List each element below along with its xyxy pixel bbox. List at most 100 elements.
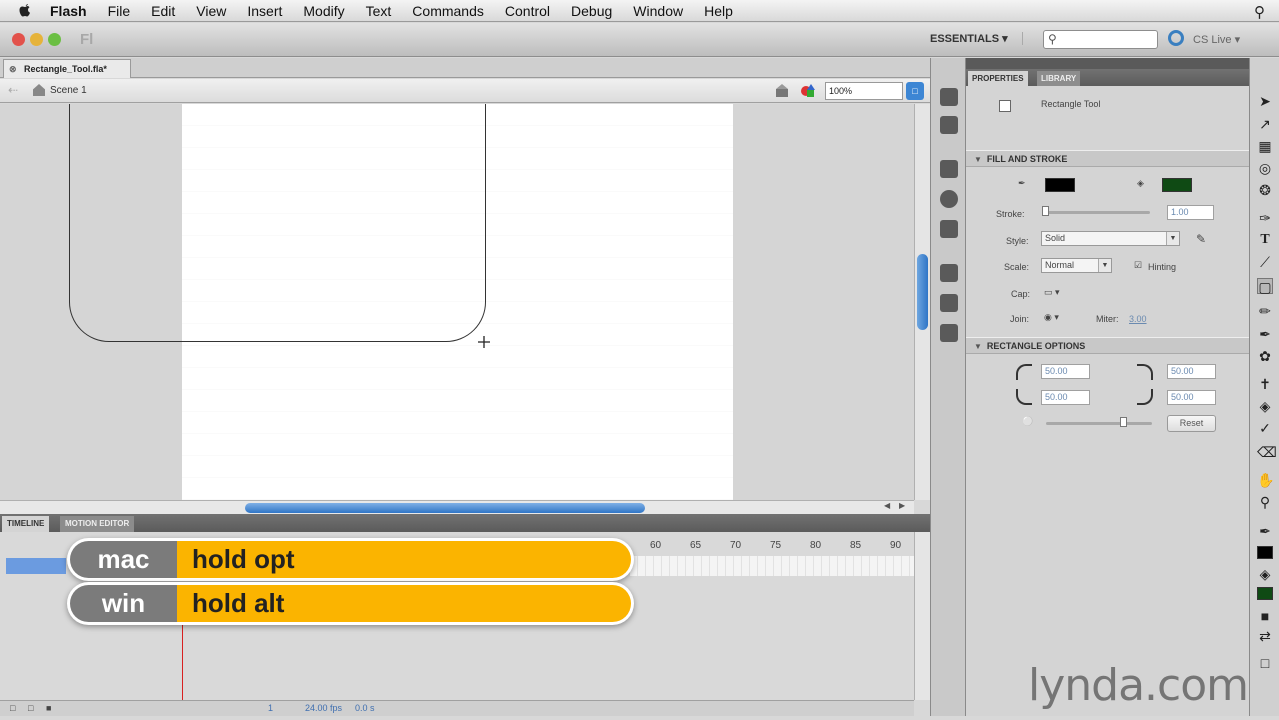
motion-presets-icon[interactable]: [940, 324, 958, 342]
rounded-rectangle-shape[interactable]: [69, 104, 486, 342]
pasteboard[interactable]: [0, 104, 914, 500]
eyedropper-tool-icon[interactable]: ✓: [1257, 420, 1273, 436]
horizontal-scroll-thumb[interactable]: [245, 503, 645, 513]
close-window-button[interactable]: [12, 33, 25, 46]
scene-breadcrumb[interactable]: Scene 1: [50, 85, 87, 96]
reset-button[interactable]: Reset: [1167, 415, 1216, 432]
lasso-tool-icon[interactable]: ❂: [1257, 182, 1273, 198]
fill-color-swatch[interactable]: [1257, 587, 1273, 600]
menu-modify[interactable]: Modify: [303, 3, 344, 19]
menu-file[interactable]: File: [108, 3, 131, 19]
stroke-slider-thumb[interactable]: [1042, 206, 1049, 216]
hand-tool-icon[interactable]: ✋: [1257, 472, 1274, 488]
black-white-icon[interactable]: ■: [1257, 608, 1273, 624]
document-tab[interactable]: ⊗ Rectangle_Tool.fla*: [3, 59, 131, 78]
code-snippets-icon[interactable]: [940, 264, 958, 282]
3d-rotation-tool-icon[interactable]: ◎: [1257, 160, 1273, 176]
menu-help[interactable]: Help: [704, 3, 733, 19]
miter-value[interactable]: 3.00: [1129, 314, 1147, 324]
pencil-tool-icon[interactable]: ✏: [1257, 303, 1273, 319]
cap-select[interactable]: ▭ ▾: [1044, 287, 1060, 298]
vertical-scroll-thumb[interactable]: [917, 254, 928, 330]
cs-live-icon[interactable]: [1168, 30, 1184, 46]
new-layer-icon[interactable]: □: [10, 703, 15, 713]
bone-tool-icon[interactable]: ✝: [1257, 376, 1273, 392]
subselection-tool-icon[interactable]: ↗: [1257, 116, 1273, 132]
frame-ruler[interactable]: 60 65 70 75 80 85 90: [630, 536, 914, 554]
brush-tool-icon[interactable]: ✒: [1257, 326, 1273, 342]
menu-control[interactable]: Control: [505, 3, 550, 19]
zoom-field[interactable]: 100%: [825, 82, 903, 100]
tab-properties[interactable]: PROPERTIES: [968, 71, 1028, 86]
color-panel-icon[interactable]: [940, 88, 958, 106]
free-transform-tool-icon[interactable]: ▦: [1257, 138, 1273, 154]
stage-vertical-scrollbar[interactable]: [914, 104, 930, 500]
selection-tool-icon[interactable]: ➤: [1257, 93, 1273, 109]
cs-live-menu[interactable]: CS Live ▾: [1193, 33, 1240, 46]
corner-radius-slider[interactable]: [1046, 422, 1152, 425]
rectangle-tool-icon[interactable]: ▢: [1257, 278, 1273, 295]
timeline-vertical-scrollbar[interactable]: [914, 532, 930, 700]
components-icon[interactable]: [940, 294, 958, 312]
apple-icon[interactable]: [18, 3, 32, 19]
menu-text[interactable]: Text: [366, 3, 392, 19]
delete-layer-icon[interactable]: ■: [46, 703, 51, 713]
tab-motion-editor[interactable]: MOTION EDITOR: [60, 516, 135, 532]
scale-select[interactable]: Normal ▼: [1041, 258, 1112, 273]
corner-radius-bl-field[interactable]: 50.00: [1041, 390, 1090, 405]
minimize-window-button[interactable]: [30, 33, 43, 46]
frame-cells[interactable]: [630, 556, 914, 576]
align-panel-icon[interactable]: [940, 160, 958, 178]
hinting-checkbox[interactable]: ☑: [1134, 260, 1142, 271]
info-panel-icon[interactable]: [940, 190, 958, 208]
stroke-slider[interactable]: [1044, 211, 1150, 214]
fit-in-window-button[interactable]: □: [906, 82, 924, 100]
style-select[interactable]: Solid ▼: [1041, 231, 1180, 246]
back-arrow-icon[interactable]: ⇠: [8, 83, 18, 97]
zoom-tool-icon[interactable]: ⚲: [1257, 494, 1273, 510]
stage-horizontal-scrollbar[interactable]: ◀ ▶: [0, 500, 914, 514]
edit-symbols-icon[interactable]: [800, 83, 816, 99]
tab-timeline[interactable]: TIMELINE: [2, 516, 50, 532]
fill-stroke-section-header[interactable]: ▼ FILL AND STROKE: [966, 150, 1249, 167]
object-drawing-icon[interactable]: □: [1257, 655, 1273, 671]
workspace-switcher[interactable]: ESSENTIALS ▾: [930, 32, 1023, 45]
text-tool-icon[interactable]: T: [1257, 232, 1273, 248]
spotlight-icon[interactable]: ⚲: [1254, 3, 1265, 21]
edit-stroke-style-icon[interactable]: ✎: [1196, 232, 1206, 246]
search-input[interactable]: ⚲: [1043, 30, 1158, 49]
corner-radius-tl-field[interactable]: 50.00: [1041, 364, 1090, 379]
menu-insert[interactable]: Insert: [247, 3, 282, 19]
menu-edit[interactable]: Edit: [151, 3, 175, 19]
new-folder-icon[interactable]: □: [28, 703, 33, 713]
layer-row[interactable]: [6, 558, 66, 574]
fill-color-swatch[interactable]: [1162, 178, 1192, 192]
close-tab-icon[interactable]: ⊗: [9, 60, 17, 78]
scroll-left-icon[interactable]: ◀: [884, 501, 890, 510]
rectangle-options-section-header[interactable]: ▼ RECTANGLE OPTIONS: [966, 337, 1249, 354]
menu-debug[interactable]: Debug: [571, 3, 612, 19]
scroll-right-icon[interactable]: ▶: [899, 501, 905, 510]
edit-scene-icon[interactable]: [774, 83, 790, 99]
paint-bucket-tool-icon[interactable]: ◈: [1257, 398, 1273, 414]
line-tool-icon[interactable]: ⟋: [1257, 254, 1273, 270]
menu-window[interactable]: Window: [633, 3, 683, 19]
corner-radius-br-field[interactable]: 50.00: [1167, 390, 1216, 405]
join-select[interactable]: ◉ ▾: [1044, 312, 1059, 323]
playhead[interactable]: [182, 612, 183, 702]
stroke-color-swatch[interactable]: [1045, 178, 1075, 192]
frame-rate[interactable]: 24.00 fps: [305, 703, 342, 713]
pen-tool-icon[interactable]: ✑: [1257, 210, 1273, 226]
deco-tool-icon[interactable]: ✿: [1257, 348, 1273, 364]
transform-panel-icon[interactable]: [940, 220, 958, 238]
stroke-width-field[interactable]: 1.00: [1167, 205, 1214, 220]
menu-view[interactable]: View: [196, 3, 226, 19]
tab-library[interactable]: LIBRARY: [1037, 71, 1081, 86]
eraser-tool-icon[interactable]: ⌫: [1257, 444, 1277, 460]
menu-flash[interactable]: Flash: [50, 3, 87, 19]
corner-radius-tr-field[interactable]: 50.00: [1167, 364, 1216, 379]
menu-commands[interactable]: Commands: [412, 3, 484, 19]
lock-corners-icon[interactable]: ⚪: [1022, 416, 1033, 427]
zoom-window-button[interactable]: [48, 33, 61, 46]
stroke-color-swatch[interactable]: [1257, 546, 1273, 559]
